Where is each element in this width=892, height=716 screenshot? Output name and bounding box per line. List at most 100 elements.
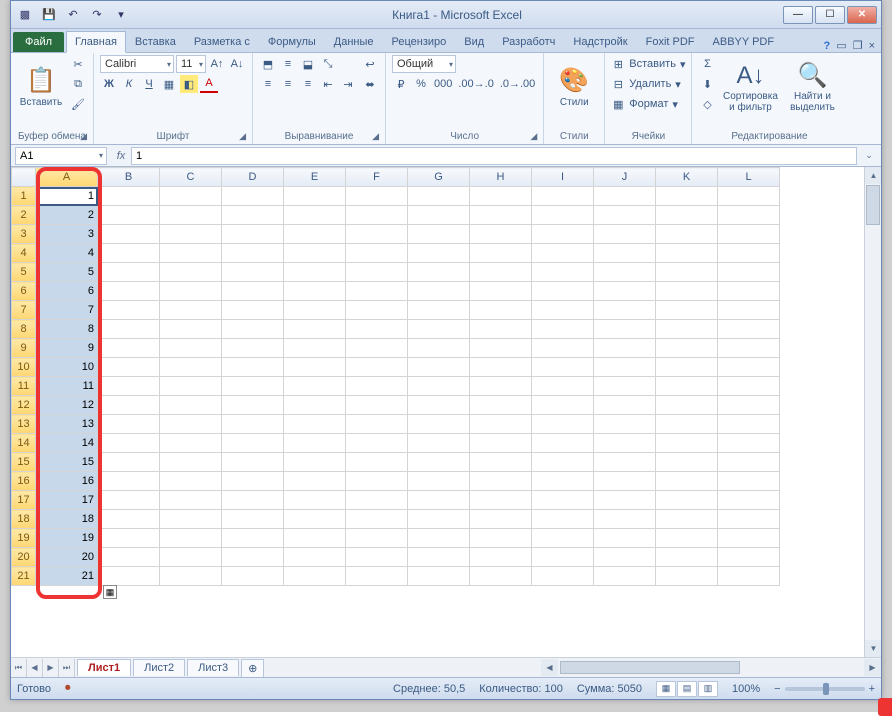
cell-D2[interactable] [222,206,284,225]
cell-C15[interactable] [160,453,222,472]
cell-C19[interactable] [160,529,222,548]
cell-L5[interactable] [718,263,780,282]
cut-button[interactable]: ✂ [69,55,87,73]
row-header-16[interactable]: 16 [12,472,36,491]
cell-H14[interactable] [470,434,532,453]
zoom-in-button[interactable]: + [869,683,875,695]
tab-review[interactable]: Рецензиро [383,31,456,52]
cell-C4[interactable] [160,244,222,263]
formula-expand-icon[interactable]: ⌄ [861,150,877,161]
cell-J9[interactable] [594,339,656,358]
cell-C21[interactable] [160,567,222,586]
row-header-10[interactable]: 10 [12,358,36,377]
cell-H17[interactable] [470,491,532,510]
cell-K15[interactable] [656,453,718,472]
cell-H13[interactable] [470,415,532,434]
cell-A20[interactable]: 20 [36,548,98,567]
hscroll-thumb[interactable] [560,661,740,674]
cell-H7[interactable] [470,301,532,320]
cell-J12[interactable] [594,396,656,415]
cell-D1[interactable] [222,187,284,206]
cell-D3[interactable] [222,225,284,244]
tab-developer[interactable]: Разработч [493,31,564,52]
cell-C17[interactable] [160,491,222,510]
cell-F18[interactable] [346,510,408,529]
tab-nav-prev[interactable]: ◀ [27,659,43,677]
cell-B18[interactable] [98,510,160,529]
cell-I9[interactable] [532,339,594,358]
hscroll-track[interactable] [558,660,864,675]
cell-H10[interactable] [470,358,532,377]
decrease-decimal-button[interactable]: .0→.00 [498,75,537,93]
cell-J19[interactable] [594,529,656,548]
cell-A14[interactable]: 14 [36,434,98,453]
cell-J11[interactable] [594,377,656,396]
cell-D10[interactable] [222,358,284,377]
cell-F14[interactable] [346,434,408,453]
cell-F3[interactable] [346,225,408,244]
formula-input[interactable]: 1 [131,147,857,165]
wrap-text-button[interactable]: ↩ [361,55,379,73]
col-header-B[interactable]: B [98,168,160,187]
cell-G17[interactable] [408,491,470,510]
cell-B1[interactable] [98,187,160,206]
cell-I18[interactable] [532,510,594,529]
row-header-18[interactable]: 18 [12,510,36,529]
cell-I20[interactable] [532,548,594,567]
cell-F17[interactable] [346,491,408,510]
cell-F13[interactable] [346,415,408,434]
grow-font-button[interactable]: A↑ [208,55,226,73]
cell-G9[interactable] [408,339,470,358]
font-color-button[interactable]: A [200,75,218,93]
grid[interactable]: ABCDEFGHIJKL 112233445566778899101011111… [11,167,864,657]
cell-C2[interactable] [160,206,222,225]
cell-D5[interactable] [222,263,284,282]
underline-button[interactable]: Ч [140,75,158,93]
cell-K14[interactable] [656,434,718,453]
shrink-font-button[interactable]: A↓ [228,55,246,73]
cell-G21[interactable] [408,567,470,586]
decrease-indent-button[interactable]: ⇤ [319,75,337,93]
cell-B3[interactable] [98,225,160,244]
cell-J8[interactable] [594,320,656,339]
cell-E7[interactable] [284,301,346,320]
cell-G13[interactable] [408,415,470,434]
row-header-14[interactable]: 14 [12,434,36,453]
find-select-button[interactable]: 🔍 Найти и выделить [784,55,840,121]
cell-J5[interactable] [594,263,656,282]
cell-H9[interactable] [470,339,532,358]
cell-C14[interactable] [160,434,222,453]
comma-style-button[interactable]: 000 [432,75,454,93]
cell-A5[interactable]: 5 [36,263,98,282]
ribbon-minimize-icon[interactable]: ▭ [836,39,846,52]
row-header-2[interactable]: 2 [12,206,36,225]
cell-C16[interactable] [160,472,222,491]
cell-K18[interactable] [656,510,718,529]
align-left-button[interactable]: ≡ [259,75,277,93]
cell-I6[interactable] [532,282,594,301]
cell-A16[interactable]: 16 [36,472,98,491]
cell-F8[interactable] [346,320,408,339]
increase-indent-button[interactable]: ⇥ [339,75,357,93]
cell-G20[interactable] [408,548,470,567]
scroll-down-button[interactable]: ▼ [865,640,881,657]
cell-J1[interactable] [594,187,656,206]
cell-A1[interactable]: 1 [36,187,98,206]
cell-K2[interactable] [656,206,718,225]
font-size-combo[interactable]: 11 [176,55,206,73]
fill-button[interactable]: ⬇ [698,75,716,93]
cell-J18[interactable] [594,510,656,529]
cell-I19[interactable] [532,529,594,548]
sheet-tab-3[interactable]: Лист3 [187,659,239,676]
cell-A2[interactable]: 2 [36,206,98,225]
cell-F12[interactable] [346,396,408,415]
cell-F5[interactable] [346,263,408,282]
styles-button[interactable]: 🎨 Стили [550,55,598,121]
align-center-button[interactable]: ≡ [279,75,297,93]
cell-A4[interactable]: 4 [36,244,98,263]
cell-H21[interactable] [470,567,532,586]
number-launcher-icon[interactable]: ◢ [530,131,537,142]
format-painter-button[interactable]: 🖌 [69,95,87,113]
cell-F7[interactable] [346,301,408,320]
tab-abbyy-pdf[interactable]: ABBYY PDF [704,31,784,52]
